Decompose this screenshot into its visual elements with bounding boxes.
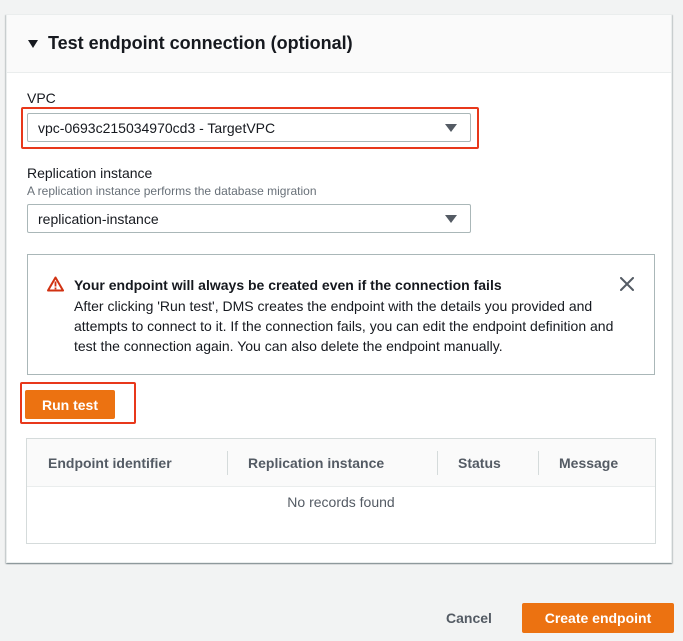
dropdown-arrow-icon (445, 215, 457, 223)
run-test-highlight-box (20, 382, 136, 424)
panel-header[interactable]: Test endpoint connection (optional) (7, 15, 671, 73)
panel-title: Test endpoint connection (optional) (48, 33, 353, 53)
alert-body: After clicking 'Run test', DMS creates t… (74, 298, 614, 354)
table-header: Endpoint identifier Replication instance… (27, 439, 655, 487)
replication-instance-label: Replication instance (27, 165, 153, 181)
test-connection-panel: Test endpoint connection (optional) VPC … (6, 14, 672, 563)
warning-icon (47, 276, 64, 297)
replication-instance-description: A replication instance performs the data… (27, 184, 317, 198)
replication-instance-select[interactable]: replication-instance (27, 204, 471, 233)
replication-instance-select-value: replication-instance (38, 210, 159, 227)
column-header-endpoint-identifier[interactable]: Endpoint identifier (27, 439, 172, 487)
warning-alert: Your endpoint will always be created eve… (27, 254, 655, 375)
connection-test-table: Endpoint identifier Replication instance… (26, 438, 656, 544)
caret-down-icon[interactable] (28, 39, 38, 48)
vpc-highlight-box (21, 107, 479, 149)
column-header-message[interactable]: Message (538, 439, 618, 487)
create-endpoint-button[interactable]: Create endpoint (522, 603, 674, 633)
column-header-replication-instance[interactable]: Replication instance (227, 439, 384, 487)
vpc-label: VPC (27, 90, 56, 106)
cancel-button[interactable]: Cancel (430, 604, 508, 632)
empty-table-message: No records found (287, 494, 395, 510)
alert-title: Your endpoint will always be created eve… (74, 277, 502, 293)
close-icon[interactable] (620, 277, 634, 296)
column-header-status[interactable]: Status (437, 439, 501, 487)
